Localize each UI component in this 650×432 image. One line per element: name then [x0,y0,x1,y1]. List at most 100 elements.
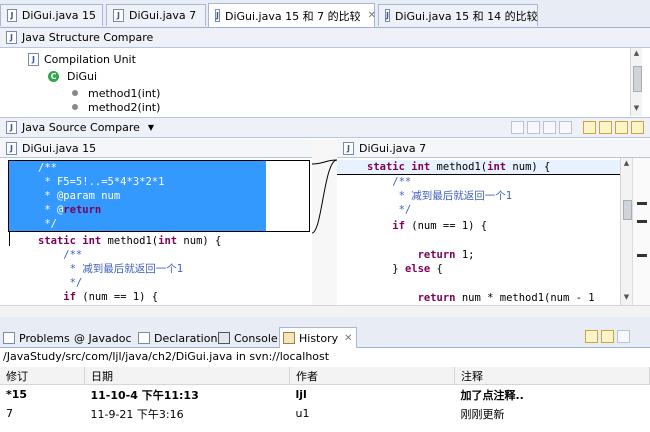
structure-title: Java Structure Compare [22,31,154,44]
close-icon[interactable]: ✕ [368,10,376,21]
tab-compare-15-7[interactable]: J DiGui.java 15 和 7 的比较 ✕ [208,3,376,27]
class-icon: C [48,70,59,82]
tab-label: @ Javadoc [74,331,132,345]
copy-all-right-icon[interactable] [527,121,540,134]
column-header-comment[interactable]: 注释 [454,367,650,385]
code-line: /** [367,176,412,188]
overview-ruler [632,158,650,305]
scroll-up-icon[interactable]: ▲ [622,159,631,168]
table-header-row: 修订 日期 作者 注释 [0,367,650,385]
previous-change-icon[interactable] [631,121,644,134]
column-header-revision[interactable]: 修订 [0,367,85,385]
right-pane-scrollbar[interactable]: ▲ ▼ [620,158,632,305]
copy-left-icon[interactable] [543,121,556,134]
next-change-icon[interactable] [615,121,628,134]
next-difference-icon[interactable] [583,121,596,134]
tree-item-method2[interactable]: method2(int) [72,101,160,113]
code-line: */ [38,218,57,230]
splitter[interactable] [0,317,650,326]
tab-label: DiGui.java 7 [129,9,197,22]
structure-scrollbar[interactable]: ▲ ▼ [630,48,642,116]
declaration-icon [138,332,150,344]
copy-right-icon[interactable] [559,121,572,134]
tab-declaration[interactable]: Declaration [138,330,217,346]
history-icon [283,332,295,344]
compare-icon: J [385,9,390,22]
left-pane-header: J DiGui.java 15 [0,139,312,158]
cell-date: 11-9-21 下午3:16 [90,407,184,421]
structure-tree: J Compilation Unit C DiGui method1(int) … [0,48,630,116]
source-compare-header: J Java Source Compare ▼ [0,117,650,138]
cell-revision: 7 [6,407,13,420]
chevron-down-icon[interactable]: ▼ [148,123,154,132]
code-line: /** [38,249,83,261]
compare-toolbar [508,121,650,134]
right-code-pane[interactable]: static int method1(int num) { /** * 减到最后… [337,158,620,305]
tab-label: Declaration [154,331,218,345]
tab-label: DiGui.java 15 [21,9,96,22]
left-code-pane[interactable]: /** * F5=5!..=5*4*3*2*1 * @param num * @… [0,158,312,305]
tab-javadoc[interactable]: @ Javadoc [74,330,132,346]
change-marker[interactable] [637,220,647,223]
change-marker[interactable] [637,202,647,205]
editor-tab-bar: J DiGui.java 15 J DiGui.java 7 J DiGui.j… [0,0,650,28]
code-line: static int method1(int num) { [38,234,221,248]
text-cursor [9,232,10,246]
scroll-thumb[interactable] [633,66,642,92]
cell-author: ljl [295,388,307,401]
table-row[interactable]: 7 11-9-21 下午3:16 u1 刚刚更新 [0,404,650,423]
minimize-icon[interactable] [617,330,630,343]
column-header-date[interactable]: 日期 [84,367,290,385]
history-table: 修订 日期 作者 注释 *15 11-10-4 下午11:13 ljl 加了点注… [0,367,650,423]
source-horizontal-scrollbar[interactable] [0,305,650,317]
tree-item-compilation-unit[interactable]: J Compilation Unit [28,51,136,67]
link-with-editor-icon[interactable] [601,330,614,343]
diff-connector [312,139,337,305]
code-line: static int method1(int num) { [367,161,551,173]
tab-label: History [299,331,339,345]
copy-all-left-icon[interactable] [511,121,524,134]
right-pane-title: DiGui.java 7 [359,141,427,155]
tab-digui-7[interactable]: J DiGui.java 7 [106,4,206,26]
scroll-down-icon[interactable]: ▼ [622,293,631,302]
java-file-icon: J [343,141,354,155]
tab-history[interactable]: History ✕ [283,330,353,346]
cell-comment: 刚刚更新 [460,407,505,421]
code-line: } else { [367,263,443,275]
code-line: * 减到最后就返回一个1 [367,190,513,202]
code-line: if (num == 1) { [392,220,488,232]
table-row[interactable]: *15 11-10-4 下午11:13 ljl 加了点注释.. [0,385,650,405]
scroll-up-icon[interactable]: ▲ [632,49,641,58]
code-line: return 1; [417,249,475,261]
java-file-icon: J [7,9,17,22]
code-line: */ [367,204,412,216]
refresh-icon[interactable] [585,330,598,343]
code-line: return num * method1(num - 1 [417,292,595,304]
close-icon[interactable]: ✕ [344,333,352,344]
console-icon [218,332,230,344]
code-line: * F5=5!..=5*4*3*2*1 [38,176,165,188]
java-file-icon: J [113,9,124,22]
java-file-icon: J [6,31,17,44]
code-line: /** [38,162,57,174]
structure-compare-header: J Java Structure Compare [0,28,650,48]
code-line: if (num == 1) { [63,291,159,303]
tab-compare-15-14[interactable]: J DiGui.java 15 和 14 的比较 [378,4,538,26]
column-header-author[interactable]: 作者 [289,367,455,385]
cell-comment: 加了点注释.. [460,388,524,402]
change-marker[interactable] [637,254,647,257]
left-pane-title: DiGui.java 15 [22,141,97,155]
tree-item-class-digui[interactable]: C DiGui [48,68,97,84]
scroll-thumb[interactable] [623,200,632,220]
history-path: /JavaStudy/src/com/ljl/java/ch2/DiGui.ja… [3,350,330,363]
tree-item-method1[interactable]: method1(int) [72,85,160,101]
method-icon [72,90,78,96]
tab-console[interactable]: Console [218,330,278,346]
code-line: * 减到最后就返回一个1 [38,263,184,275]
tab-digui-15[interactable]: J DiGui.java 15 [0,4,103,26]
tab-label: DiGui.java 15 和 14 的比较 [394,9,538,23]
scroll-down-icon[interactable]: ▼ [632,104,641,113]
method-icon [72,104,78,110]
previous-difference-icon[interactable] [599,121,612,134]
tab-problems[interactable]: Problems [3,330,70,346]
